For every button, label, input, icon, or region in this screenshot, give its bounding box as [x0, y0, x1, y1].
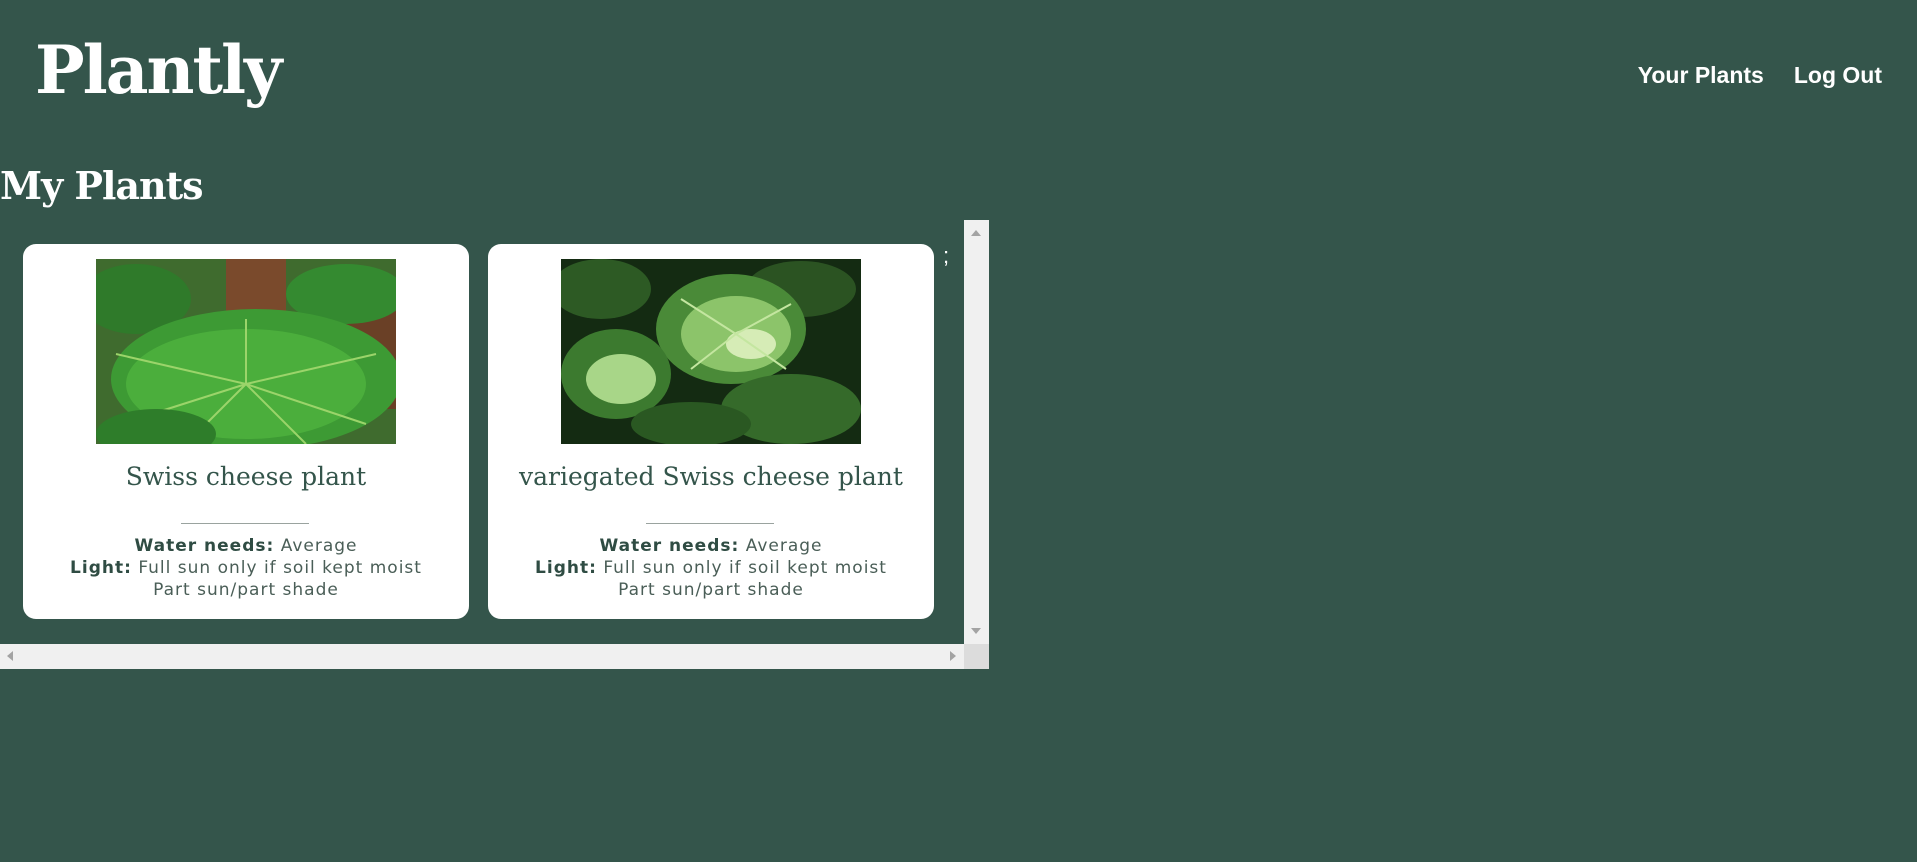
horizontal-scrollbar[interactable]	[0, 644, 964, 669]
scroll-down-icon[interactable]	[971, 628, 981, 634]
nav-log-out[interactable]: Log Out	[1794, 62, 1882, 89]
plant-name: variegated Swiss cheese plant	[519, 462, 903, 491]
light-label: Light:	[535, 558, 597, 578]
water-label: Water needs:	[599, 536, 740, 556]
plant-photo	[561, 259, 861, 444]
scroll-up-icon[interactable]	[971, 230, 981, 236]
scroll-left-icon[interactable]	[7, 651, 13, 661]
light-label: Light:	[70, 558, 132, 578]
scrollbar-corner	[964, 644, 989, 669]
light-value: Full sun only if soil kept moist	[603, 558, 887, 578]
divider	[181, 523, 309, 524]
page-title: My Plants	[0, 163, 204, 208]
stray-text: ;	[943, 243, 950, 268]
plants-scroll-container[interactable]: Swiss cheese plant Water needs: Average …	[0, 220, 989, 669]
water-label: Water needs:	[134, 536, 275, 556]
divider	[646, 523, 774, 524]
light-extra: Part sun/part shade	[153, 580, 339, 600]
vertical-scrollbar[interactable]	[964, 220, 989, 644]
plants-list: Swiss cheese plant Water needs: Average …	[0, 220, 964, 644]
scroll-right-icon[interactable]	[950, 651, 956, 661]
light-value: Full sun only if soil kept moist	[138, 558, 422, 578]
plant-details: Water needs: Average Light: Full sun onl…	[488, 535, 934, 601]
light-extra: Part sun/part shade	[618, 580, 804, 600]
plant-details: Water needs: Average Light: Full sun onl…	[23, 535, 469, 601]
water-value: Average	[745, 536, 823, 556]
water-value: Average	[280, 536, 358, 556]
plant-photo	[96, 259, 396, 444]
plant-name: Swiss cheese plant	[125, 462, 367, 491]
plant-card[interactable]: variegated Swiss cheese plant Water need…	[488, 244, 934, 619]
plant-card[interactable]: Swiss cheese plant Water needs: Average …	[23, 244, 469, 619]
top-nav: Your Plants Log Out	[1638, 62, 1882, 89]
nav-your-plants[interactable]: Your Plants	[1638, 62, 1764, 89]
brand-logo: Plantly	[35, 31, 282, 109]
